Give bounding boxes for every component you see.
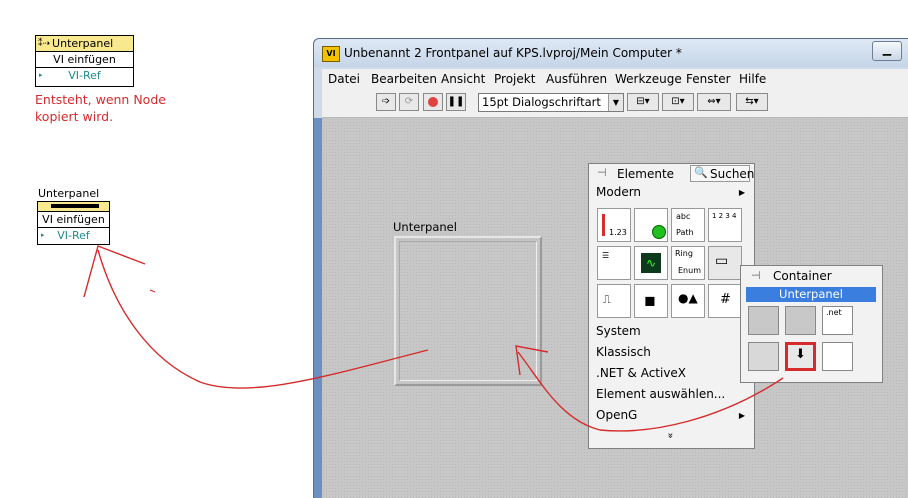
arrow-head-node: [83, 245, 146, 298]
annotation-arrows: [83, 245, 784, 432]
arrow-stroke-mark: [149, 289, 156, 293]
arrow-subpanel-to-node: [97, 249, 429, 389]
arrow-palette-to-subpanel: [517, 351, 784, 432]
